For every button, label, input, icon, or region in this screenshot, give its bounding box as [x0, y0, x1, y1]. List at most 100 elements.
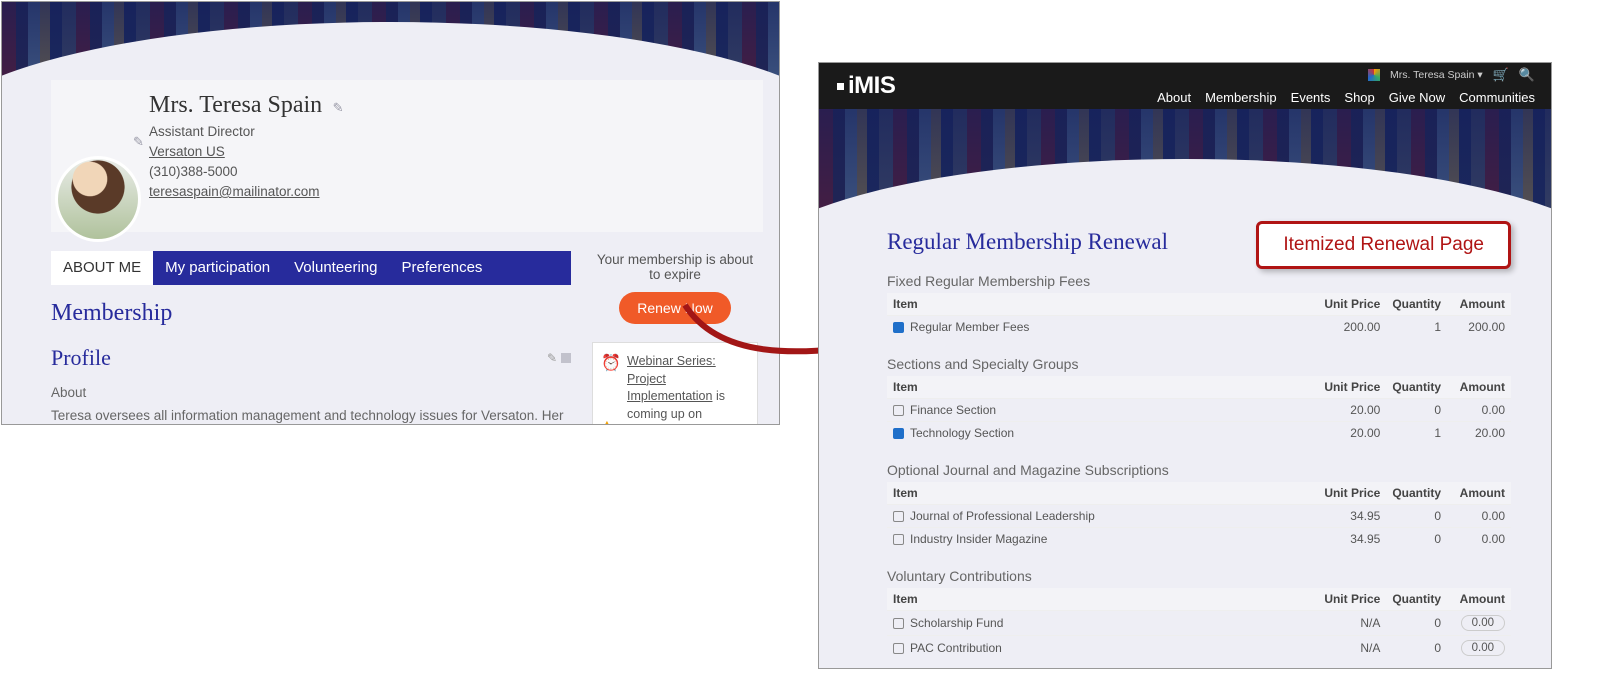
cart-icon[interactable]: 🛒 — [1493, 67, 1509, 83]
alarm-clock-icon: ⏰ — [601, 353, 621, 375]
col-amt: Amount — [1447, 376, 1511, 399]
current-user-menu[interactable]: Mrs. Teresa Spain ▾ — [1390, 69, 1483, 81]
row-unit-price: 20.00 — [1312, 399, 1386, 422]
tab-volunteering[interactable]: Volunteering — [282, 251, 389, 285]
logo-dot-icon — [837, 83, 844, 90]
pencil-icon[interactable]: ✎ — [333, 100, 344, 115]
row-item-label: Journal of Professional Leadership — [910, 509, 1095, 523]
nav-communities[interactable]: Communities — [1459, 90, 1535, 105]
avatar — [55, 156, 141, 242]
amount-input[interactable]: 0.00 — [1461, 615, 1505, 631]
profile-phone: (310)388-5000 — [149, 164, 344, 179]
primary-nav: About Membership Events Shop Give Now Co… — [1157, 90, 1535, 105]
event-link[interactable]: Webinar Series: Project Implementation — [627, 354, 716, 403]
row-quantity: 0 — [1386, 505, 1447, 528]
user-avatar-icon — [1368, 69, 1380, 81]
col-price: Unit Price — [1312, 293, 1386, 316]
current-user-name: Mrs. Teresa Spain — [1390, 69, 1474, 81]
nav-give-now[interactable]: Give Now — [1389, 90, 1445, 105]
tab-about-me[interactable]: ABOUT ME — [51, 251, 153, 285]
row-item-label: Scholarship Fund — [910, 616, 1003, 630]
table-row: Technology Section 20.00120.00 — [887, 422, 1511, 445]
renew-now-button[interactable]: Renew Now — [619, 292, 730, 324]
row-checkbox[interactable] — [893, 618, 904, 629]
section-heading: Voluntary Contributions — [887, 568, 1511, 584]
row-checkbox[interactable] — [893, 322, 904, 333]
row-item-label: Technology Section — [910, 426, 1014, 440]
profile-page-screenshot: ✎ Mrs. Teresa Spain ✎ Assistant Director… — [1, 1, 780, 425]
profile-name: Mrs. Teresa Spain — [149, 92, 322, 118]
logo-text: iMIS — [848, 72, 895, 100]
col-price: Unit Price — [1312, 482, 1386, 505]
pencil-icon[interactable]: ✎ — [133, 134, 144, 150]
row-quantity: 1 — [1386, 422, 1447, 445]
section-heading: Sections and Specialty Groups — [887, 356, 1511, 372]
row-checkbox[interactable] — [893, 405, 904, 416]
table-row: Industry Insider Magazine 34.9500.00 — [887, 528, 1511, 551]
col-item: Item — [887, 482, 1312, 505]
row-amount: 0.00 — [1447, 505, 1511, 528]
renew-box: Your membership is about to expire Renew… — [592, 252, 758, 324]
row-checkbox[interactable] — [893, 643, 904, 654]
row-amount: 0.00 — [1447, 399, 1511, 422]
row-checkbox[interactable] — [893, 534, 904, 545]
nav-membership[interactable]: Membership — [1205, 90, 1277, 105]
col-amt: Amount — [1447, 293, 1511, 316]
row-checkbox[interactable] — [893, 511, 904, 522]
amount-input[interactable]: 0.00 — [1461, 640, 1505, 656]
renewal-table: ItemUnit PriceQuantityAmountRegular Memb… — [887, 293, 1511, 338]
row-item-label: Regular Member Fees — [910, 320, 1029, 334]
row-amount: 20.00 — [1447, 422, 1511, 445]
nav-about[interactable]: About — [1157, 90, 1191, 105]
about-label: About — [51, 385, 571, 400]
row-item-label: PAC Contribution — [910, 641, 1002, 655]
row-quantity: 0 — [1386, 611, 1447, 636]
row-unit-price: 20.00 — [1312, 422, 1386, 445]
row-quantity: 1 — [1386, 316, 1447, 339]
logo[interactable]: iMIS — [837, 72, 895, 100]
row-amount: 0.00 — [1447, 636, 1511, 661]
renew-message: Your membership is about to expire — [592, 252, 758, 282]
col-item: Item — [887, 588, 1312, 611]
renewal-content: Regular Membership Renewal Fixed Regular… — [887, 229, 1511, 669]
row-unit-price: 200.00 — [1312, 316, 1386, 339]
toggle-icon[interactable] — [561, 353, 571, 363]
renewal-table: ItemUnit PriceQuantityAmountScholarship … — [887, 588, 1511, 660]
row-unit-price: 34.95 — [1312, 505, 1386, 528]
membership-heading: Membership — [51, 300, 571, 327]
col-qty: Quantity — [1386, 376, 1447, 399]
section-heading: Optional Journal and Magazine Subscripti… — [887, 462, 1511, 478]
col-qty: Quantity — [1386, 482, 1447, 505]
pencil-icon[interactable]: ✎ — [547, 351, 557, 366]
col-amt: Amount — [1447, 588, 1511, 611]
profile-card: ✎ Mrs. Teresa Spain ✎ Assistant Director… — [51, 80, 763, 232]
profile-title: Assistant Director — [149, 124, 344, 139]
row-unit-price: N/A — [1312, 611, 1386, 636]
row-item-label: Industry Insider Magazine — [910, 532, 1047, 546]
row-amount: 0.00 — [1447, 528, 1511, 551]
row-unit-price: 34.95 — [1312, 528, 1386, 551]
hero-banner — [819, 109, 1551, 213]
profile-org-link[interactable]: Versaton US — [149, 144, 225, 159]
table-row: Finance Section20.0000.00 — [887, 399, 1511, 422]
event-date: October 14 — [627, 424, 692, 425]
profile-email-link[interactable]: teresaspain@mailinator.com — [149, 184, 320, 199]
row-checkbox[interactable] — [893, 428, 904, 439]
page-title: Regular Membership Renewal — [887, 229, 1511, 255]
tab-participation[interactable]: My participation — [153, 251, 282, 285]
row-unit-price: N/A — [1312, 636, 1386, 661]
row-quantity: 0 — [1386, 528, 1447, 551]
upcoming-event-card: ⏰ Webinar Series: Project Implementation… — [592, 342, 758, 425]
nav-events[interactable]: Events — [1291, 90, 1331, 105]
col-price: Unit Price — [1312, 588, 1386, 611]
renewal-page-screenshot: iMIS Mrs. Teresa Spain ▾ 🛒 🔍 About Membe… — [818, 62, 1552, 669]
tab-preferences[interactable]: Preferences — [390, 251, 495, 285]
warning-icon: ▲ — [600, 416, 614, 425]
renewal-table: ItemUnit PriceQuantityAmountFinance Sect… — [887, 376, 1511, 444]
section-membership: Membership Profile ✎ About Teresa overse… — [51, 290, 571, 425]
nav-shop[interactable]: Shop — [1344, 90, 1374, 105]
search-icon[interactable]: 🔍 — [1519, 67, 1535, 83]
row-item-label: Finance Section — [910, 403, 996, 417]
profile-section-heading: Profile — [51, 345, 111, 371]
table-row: Scholarship Fund N/A0 0.00 — [887, 611, 1511, 636]
